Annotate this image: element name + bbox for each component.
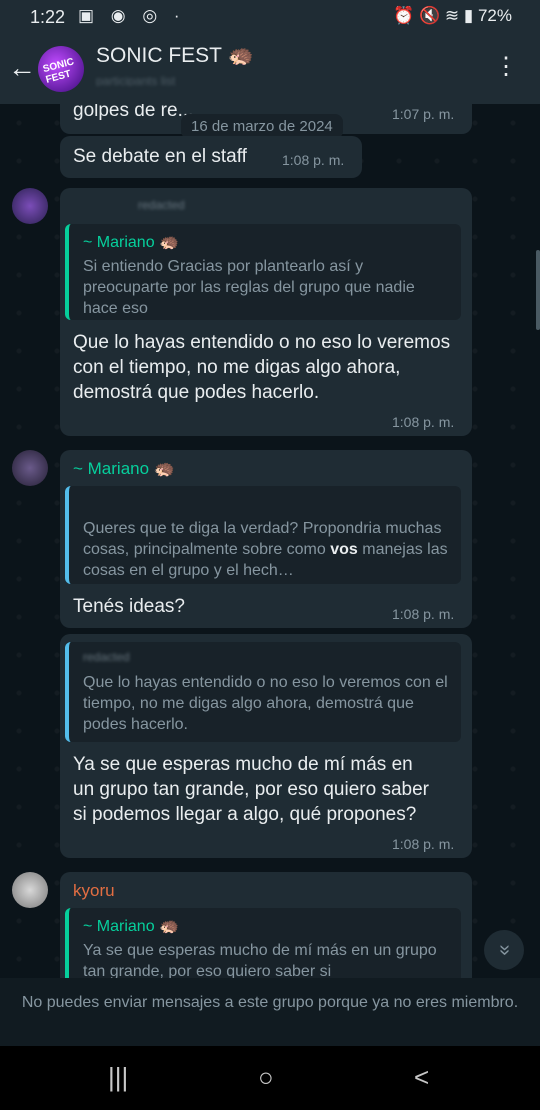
battery-level: 72%	[477, 6, 512, 25]
message-time: 1:08 p. m.	[392, 606, 455, 622]
sender-name: ~ Mariano 🦔	[73, 459, 175, 478]
scroll-indicator[interactable]	[536, 250, 540, 330]
group-subtitle: participants list	[96, 74, 176, 86]
avatar[interactable]	[12, 872, 48, 908]
avatar[interactable]	[12, 188, 48, 224]
group-avatar[interactable]: SONIC FEST	[38, 46, 84, 92]
status-time: 1:22	[30, 7, 66, 27]
sender-name: redacted	[138, 198, 185, 212]
status-right: ⏰ 🔇 ≋ ▮ 72%	[393, 6, 512, 26]
message-text: Ya se que esperas mucho de mí más en un …	[73, 754, 429, 825]
back-icon[interactable]: <	[414, 1062, 429, 1093]
message-bubble[interactable]: Se debate en el staff 1:08 p. m.	[60, 136, 362, 178]
sender-name: kyoru	[73, 881, 115, 900]
scroll-down-icon[interactable]: «	[484, 930, 524, 970]
quoted-message[interactable]: redacted Que lo hayas entendido o no eso…	[65, 642, 461, 742]
message-text: Se debate en el staff	[73, 146, 247, 167]
avatar[interactable]	[12, 450, 48, 486]
not-member-notice: No puedes enviar mensajes a este grupo p…	[0, 978, 540, 1046]
quoted-message[interactable]: Queres que te diga la verdad? Propondria…	[65, 486, 461, 584]
message-list[interactable]: golpes de re... 1:07 p. m. 16 de marzo d…	[0, 104, 540, 978]
message-time: 1:08 p. m.	[392, 414, 455, 430]
message-bubble[interactable]: redacted ~ Mariano 🦔 Si entiendo Gracias…	[60, 188, 472, 436]
quoted-message[interactable]: ~ Mariano 🦔 Si entiendo Gracias por plan…	[65, 224, 461, 320]
home-icon[interactable]: ○	[258, 1062, 274, 1093]
more-options-icon[interactable]: ⋮	[494, 52, 518, 81]
message-time: 1:08 p. m.	[282, 152, 345, 168]
group-title[interactable]: SONIC FEST 🦔	[96, 44, 254, 68]
message-bubble[interactable]: kyoru ~ Mariano 🦔 Ya se que esperas much…	[60, 872, 472, 978]
message-time: 1:08 p. m.	[392, 836, 455, 852]
back-arrow-icon[interactable]: ←	[8, 52, 36, 84]
message-text: Tenés ideas?	[73, 596, 185, 617]
message-text: Que lo hayas entendido o no eso lo verem…	[73, 332, 451, 403]
recents-icon[interactable]: |||	[108, 1062, 128, 1093]
chat-header: ← SONIC FEST SONIC FEST 🦔 participants l…	[0, 34, 540, 104]
system-nav-bar: ||| ○ <	[0, 1046, 540, 1110]
notification-icons: ▣ ◉ ◎ ·	[78, 6, 186, 25]
quoted-message[interactable]: ~ Mariano 🦔 Ya se que esperas mucho de m…	[65, 908, 461, 978]
status-bar: 1:22 ▣ ◉ ◎ · ⏰ 🔇 ≋ ▮ 72%	[0, 0, 540, 34]
message-bubble[interactable]: redacted Que lo hayas entendido o no eso…	[60, 634, 472, 858]
message-bubble[interactable]: ~ Mariano 🦔 Queres que te diga la verdad…	[60, 450, 472, 628]
system-icons: ⏰ 🔇 ≋ ▮	[393, 6, 474, 25]
